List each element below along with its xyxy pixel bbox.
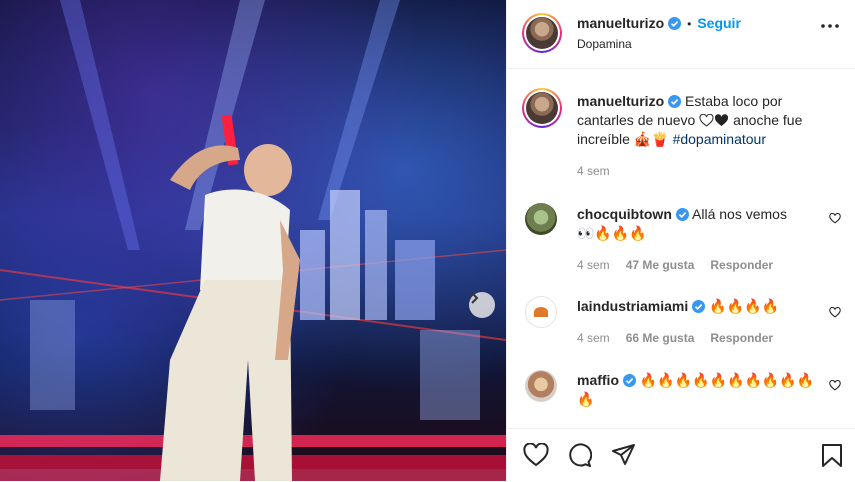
verified-icon bbox=[692, 300, 706, 313]
comment-icon[interactable] bbox=[567, 443, 592, 468]
commenter-avatar[interactable] bbox=[525, 370, 557, 402]
comment-meta: 4 sem 66 Me gusta Responder bbox=[577, 331, 789, 345]
post-caption: manuelturizo Estaba loco por cantarles d… bbox=[522, 88, 841, 183]
verified-icon bbox=[675, 208, 689, 221]
post-photo[interactable] bbox=[0, 0, 506, 481]
next-photo-button[interactable] bbox=[469, 292, 495, 318]
brand-logo-icon bbox=[534, 307, 548, 317]
comment-body: 🔥🔥🔥🔥 bbox=[709, 298, 779, 314]
author-avatar[interactable] bbox=[522, 13, 562, 53]
commenter-avatar[interactable] bbox=[525, 203, 557, 235]
comment-item: laindustriamiami 🔥🔥🔥🔥 4 sem 66 Me gusta Re… bbox=[525, 296, 841, 346]
like-comment-heart-icon[interactable] bbox=[829, 213, 841, 224]
performer-figure bbox=[160, 114, 300, 481]
caption-username[interactable]: manuelturizo bbox=[577, 93, 664, 109]
verified-icon bbox=[668, 95, 682, 108]
caption-time[interactable]: 4 sem bbox=[577, 164, 610, 178]
comment-time[interactable]: 4 sem bbox=[577, 258, 610, 272]
comment-text: chocquibtown Allá nos vemos 👀🔥🔥🔥 bbox=[577, 205, 819, 243]
comment-time[interactable]: 4 sem bbox=[577, 331, 610, 345]
comment-body: 🔥🔥🔥🔥🔥🔥🔥🔥🔥🔥 bbox=[639, 372, 815, 388]
comment-username[interactable]: laindustriamiami bbox=[577, 298, 688, 314]
comment-likes[interactable]: 66 Me gusta bbox=[626, 331, 695, 345]
comment-username[interactable]: maffio bbox=[577, 372, 619, 388]
chevron-right-icon bbox=[471, 292, 479, 304]
post-location[interactable]: Dopamina bbox=[577, 37, 632, 51]
comment-body: Allá nos vemos bbox=[692, 206, 787, 222]
author-username[interactable]: manuelturizo bbox=[577, 15, 664, 31]
caption-avatar[interactable] bbox=[522, 88, 562, 128]
post-details-panel: manuelturizo • Seguir Dopamina manuelturiz… bbox=[506, 0, 855, 481]
concert-scene bbox=[0, 0, 506, 481]
commenter-avatar[interactable] bbox=[525, 296, 557, 328]
like-comment-heart-icon[interactable] bbox=[829, 380, 841, 391]
caption-text: manuelturizo Estaba loco por cantarles d… bbox=[577, 92, 819, 149]
more-options-icon[interactable] bbox=[821, 24, 839, 28]
share-icon[interactable] bbox=[611, 443, 636, 467]
comment-username[interactable]: chocquibtown bbox=[577, 206, 672, 222]
caption-emojis: 🎪🍟 bbox=[633, 131, 669, 147]
reply-button[interactable]: Responder bbox=[710, 331, 773, 345]
post-header: manuelturizo • Seguir Dopamina bbox=[507, 0, 855, 69]
post-actions-bar bbox=[507, 428, 855, 482]
separator-dot: • bbox=[687, 17, 692, 31]
comment-meta: 4 sem 47 Me gusta Responder bbox=[577, 258, 789, 272]
comment-emojis: 🔥 bbox=[577, 391, 595, 407]
comment-text: maffio 🔥🔥🔥🔥🔥🔥🔥🔥🔥🔥 🔥 bbox=[577, 371, 819, 409]
hashtag-link[interactable]: #dopaminatour bbox=[673, 131, 766, 147]
black-heart-icon bbox=[715, 114, 729, 126]
reply-button[interactable]: Responder bbox=[710, 258, 773, 272]
comment-text: laindustriamiami 🔥🔥🔥🔥 bbox=[577, 297, 819, 316]
comment-item: maffio 🔥🔥🔥🔥🔥🔥🔥🔥🔥🔥 🔥 bbox=[525, 370, 841, 420]
comment-emojis: 👀🔥🔥🔥 bbox=[577, 225, 647, 241]
verified-icon bbox=[668, 17, 682, 30]
bookmark-icon[interactable] bbox=[821, 443, 843, 468]
comment-likes[interactable]: 47 Me gusta bbox=[626, 258, 695, 272]
like-comment-heart-icon[interactable] bbox=[829, 307, 841, 318]
verified-icon bbox=[623, 374, 636, 387]
white-heart-icon bbox=[699, 113, 714, 127]
caption-meta: 4 sem bbox=[577, 164, 626, 178]
heart-icon[interactable] bbox=[523, 443, 549, 467]
comment-item: chocquibtown Allá nos vemos 👀🔥🔥🔥 4 sem 47… bbox=[525, 203, 841, 273]
follow-button[interactable]: Seguir bbox=[697, 15, 741, 31]
